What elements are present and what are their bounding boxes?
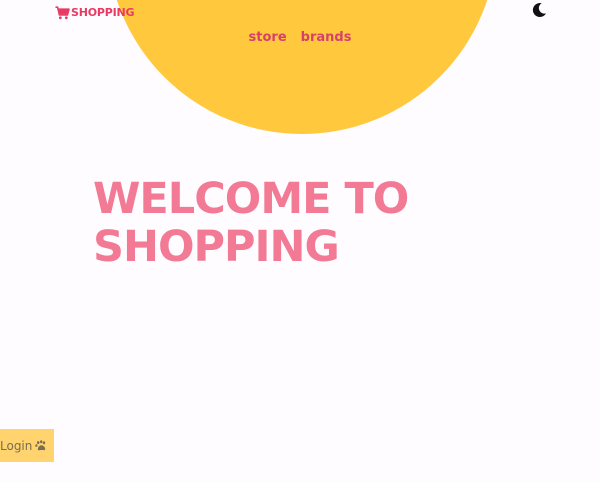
shopping-cart-icon: [55, 6, 70, 20]
theme-toggle-button[interactable]: [530, 2, 548, 22]
top-navigation: store brands: [0, 29, 600, 47]
hero-title-line-1: WELCOME TO: [93, 174, 409, 224]
sun-circle-decoration: [107, 0, 497, 134]
nav-link-store[interactable]: store: [249, 29, 287, 47]
login-button-label: Login: [0, 438, 33, 453]
brand-logo-link[interactable]: SHOPPING: [55, 5, 135, 21]
hero-title: WELCOME TO SHOPPING: [93, 175, 513, 271]
moon-icon: [531, 2, 547, 22]
login-button[interactable]: Login: [0, 429, 54, 462]
hero-title-line-2: SHOPPING: [93, 222, 340, 272]
brand-logo-text: SHOPPING: [71, 6, 135, 19]
paw-icon: [35, 440, 47, 451]
nav-link-brands[interactable]: brands: [301, 29, 352, 47]
